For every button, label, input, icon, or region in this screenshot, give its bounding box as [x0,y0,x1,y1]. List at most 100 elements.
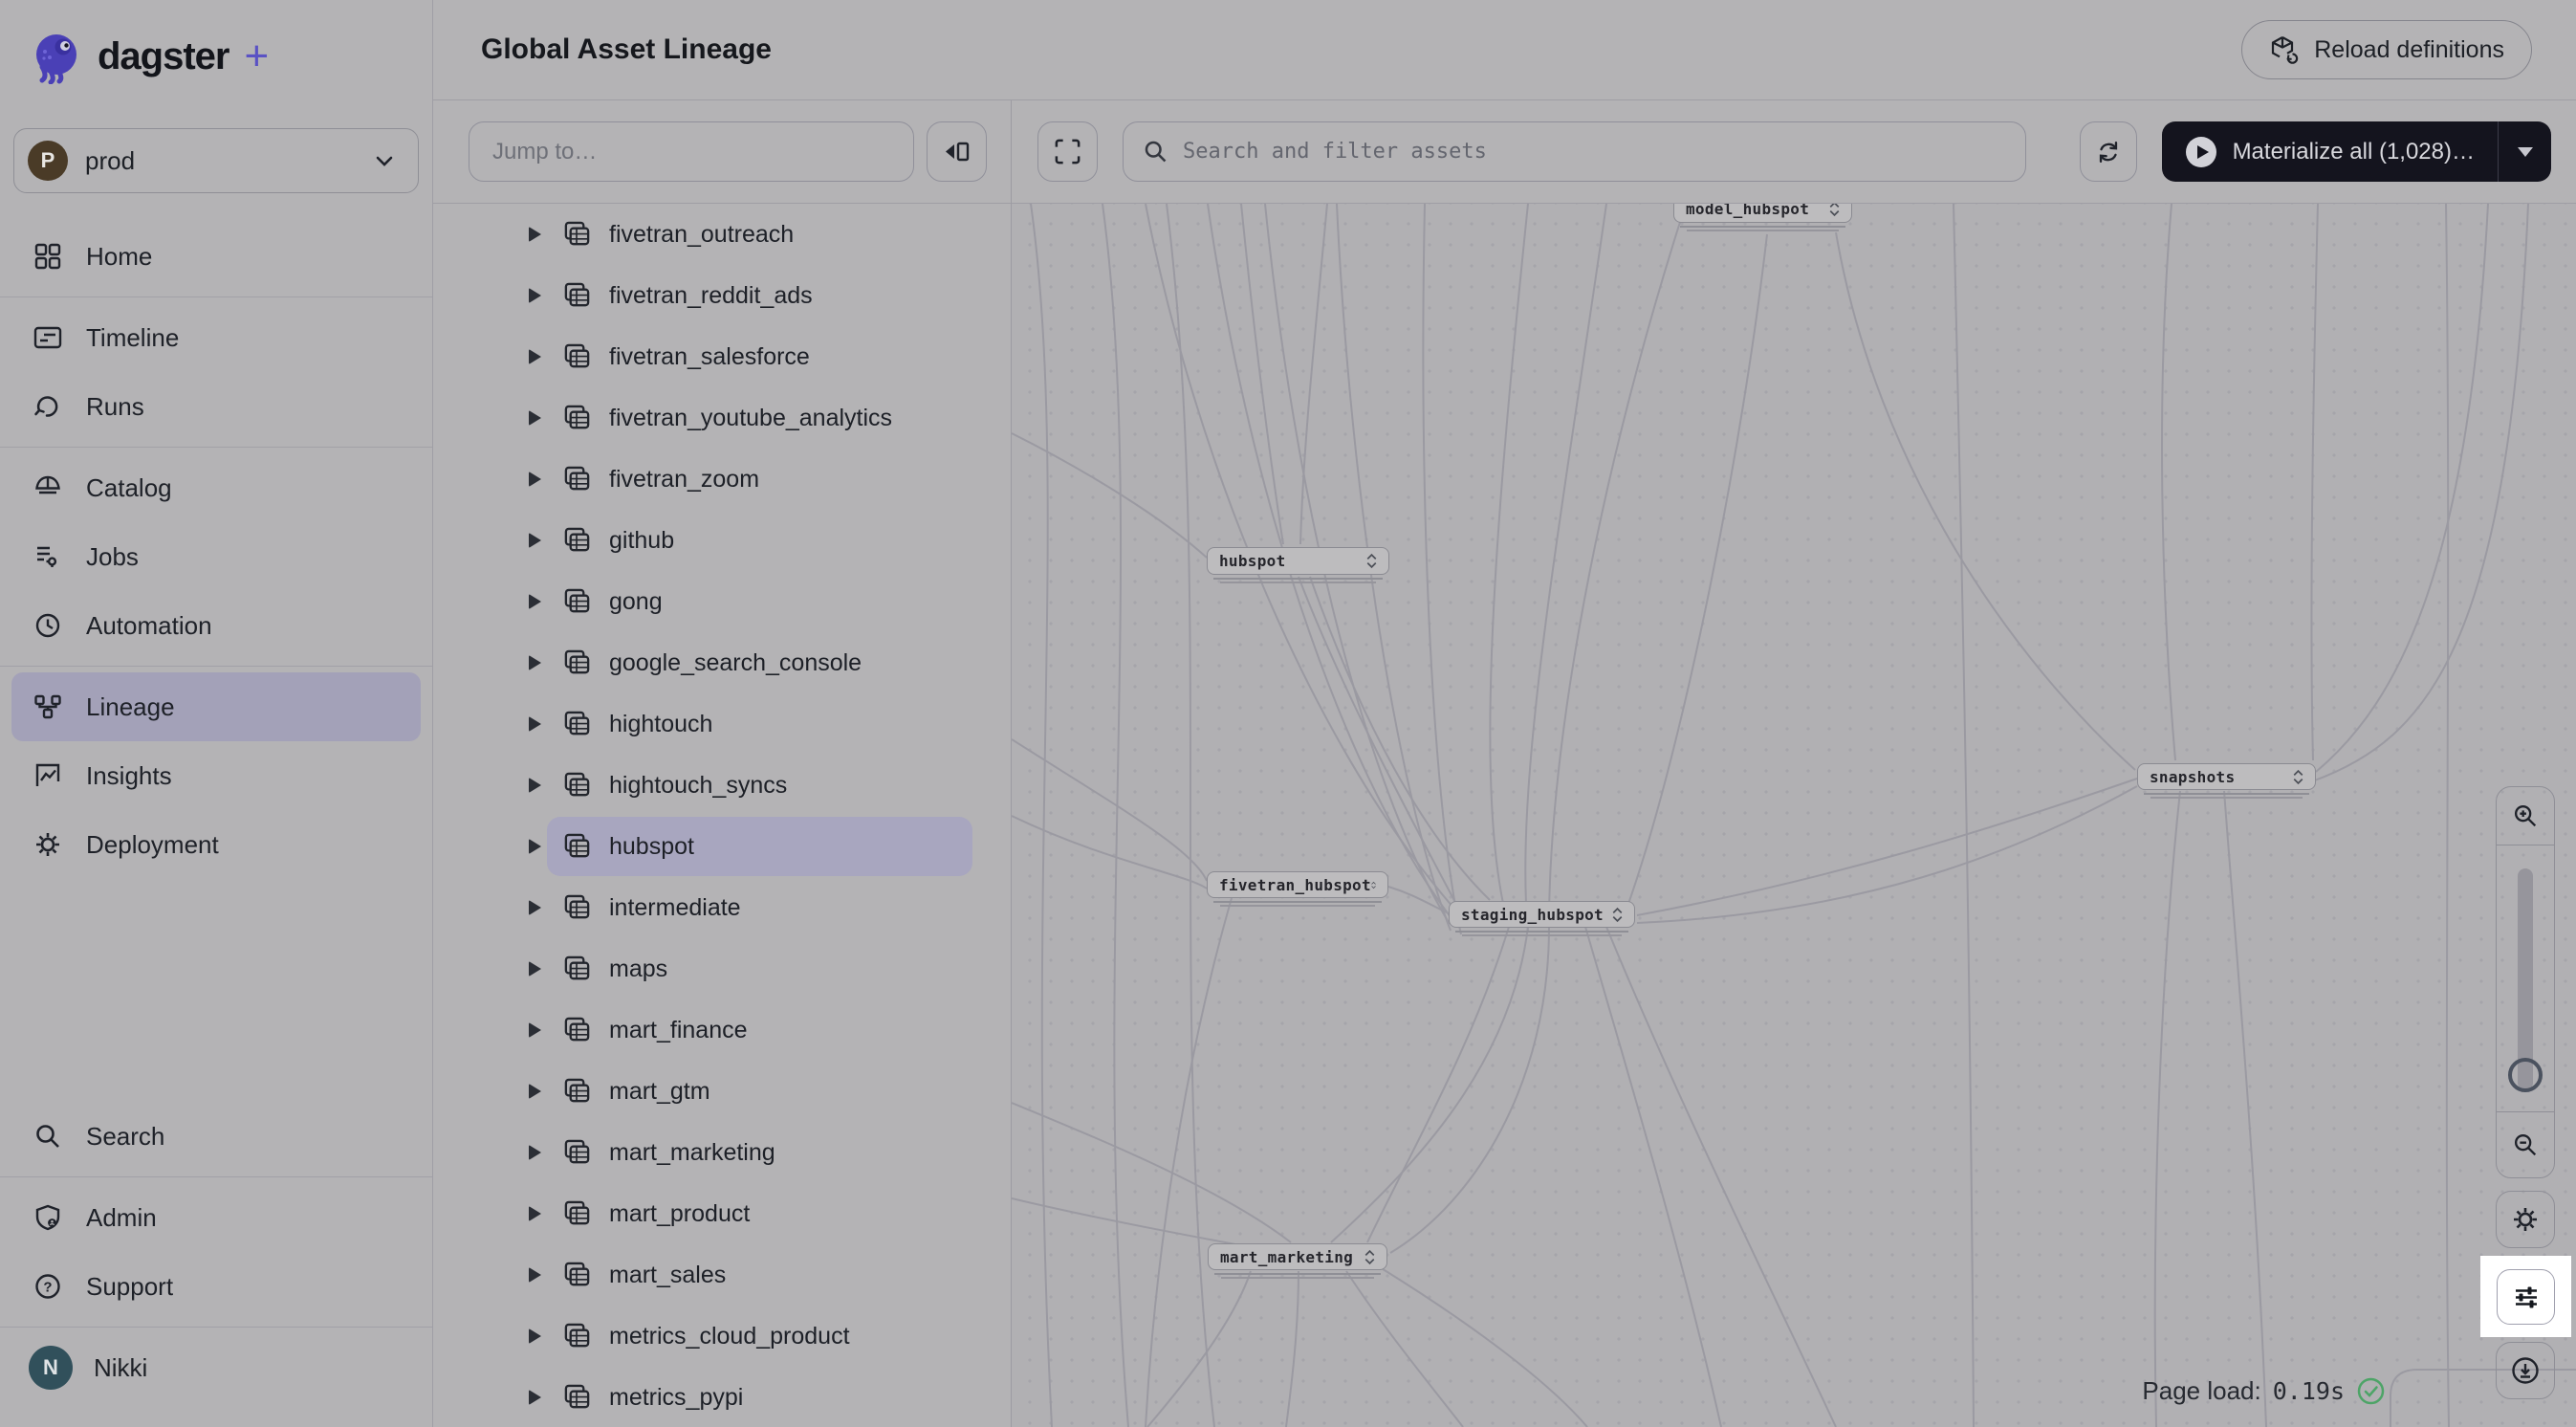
lineage-canvas[interactable]: model_hubspothubspot snapshots fivetran_hu… [1012,204,2576,1427]
expand-caret-icon[interactable] [529,288,541,303]
asset-group-row-mart_sales[interactable]: mart_sales [433,1244,1011,1306]
asset-group-row-hubspot[interactable]: hubspot [433,816,1011,877]
zoom-out-button[interactable] [2497,1111,2554,1177]
expand-caret-icon[interactable] [529,594,541,609]
sidebar-item-lineage[interactable]: Lineage [11,672,421,741]
expand-caret-icon[interactable] [529,1390,541,1405]
asset-group-row-fivetran_outreach[interactable]: fivetran_outreach [433,204,1011,265]
sidebar-item-admin[interactable]: Admin [11,1183,421,1252]
collapse-panel-icon [942,137,971,166]
graph-controls-rail [2496,786,2555,1399]
user-menu[interactable]: N Nikki [11,1333,421,1402]
asset-group-row-google_search_console[interactable]: google_search_console [433,632,1011,693]
asset-group-icon [562,1138,592,1168]
expand-caret-icon[interactable] [529,349,541,364]
expand-caret-icon[interactable] [529,472,541,487]
asset-group-icon [562,342,592,372]
zoom-slider-handle[interactable] [2508,1058,2543,1092]
graph-node-hubspot[interactable]: hubspot [1207,547,1389,575]
main-column: Global Asset Lineage Reload definitions … [433,0,2576,1427]
graph-filters-button[interactable] [2497,1269,2555,1325]
asset-group-row-metrics_cloud_product[interactable]: metrics_cloud_product [433,1306,1011,1367]
asset-group-row-mart_marketing[interactable]: mart_marketing [433,1122,1011,1183]
unfold-icon[interactable] [1829,204,1840,217]
asset-group-row-github[interactable]: github [433,510,1011,571]
graph-settings-button[interactable] [2496,1191,2555,1248]
expand-caret-icon[interactable] [529,1328,541,1344]
support-help-icon: ? [33,1271,63,1302]
expand-caret-icon[interactable] [529,533,541,548]
app-root: dagster + P prod Home Timeline Runs [0,0,2576,1427]
refresh-button[interactable] [2080,121,2137,182]
asset-group-row-fivetran_zoom[interactable]: fivetran_zoom [433,449,1011,510]
asset-group-row-intermediate[interactable]: intermediate [433,877,1011,938]
unfold-icon[interactable] [2293,769,2303,785]
sidebar-item-insights[interactable]: Insights [11,741,421,810]
expand-caret-icon[interactable] [529,410,541,426]
reload-definitions-label: Reload definitions [2314,36,2504,64]
asset-group-icon [562,1383,592,1413]
sidebar-item-label: Insights [86,761,172,791]
dagster-logo-icon [29,29,84,84]
sidebar-item-automation[interactable]: Automation [11,591,421,660]
expand-caret-icon[interactable] [529,1145,541,1160]
fullscreen-button[interactable] [1037,121,1098,182]
graph-node-staging_hubspot[interactable]: staging_hubspot [1449,901,1635,928]
reload-definitions-button[interactable]: Reload definitions [2241,20,2532,79]
expand-caret-icon[interactable] [529,716,541,732]
sidebar-item-jobs[interactable]: Jobs [11,522,421,591]
asset-search-input[interactable] [1123,121,2026,182]
expand-caret-icon[interactable] [529,227,541,242]
sidebar-item-timeline[interactable]: Timeline [11,303,421,372]
sidebar-item-support[interactable]: ? Support [11,1252,421,1321]
materialize-options-button[interactable] [2498,121,2551,182]
asset-group-row-metrics_pypi[interactable]: metrics_pypi [433,1367,1011,1427]
sidebar-item-label: Support [86,1272,173,1302]
asset-group-list: fivetran_outreachfivetran_reddit_adsfive… [433,204,1011,1427]
expand-caret-icon[interactable] [529,1084,541,1099]
zoom-slider[interactable] [2497,845,2554,1111]
asset-group-row-fivetran_salesforce[interactable]: fivetran_salesforce [433,326,1011,387]
unfold-icon[interactable] [1371,877,1376,893]
asset-group-icon [562,404,592,433]
asset-group-row-mart_gtm[interactable]: mart_gtm [433,1061,1011,1122]
jump-to-input[interactable] [469,121,914,182]
expand-caret-icon[interactable] [529,839,541,854]
workspace-avatar: P [28,141,68,181]
zoom-in-button[interactable] [2497,787,2554,845]
expand-caret-icon[interactable] [529,1267,541,1283]
asset-group-row-fivetran_youtube_analytics[interactable]: fivetran_youtube_analytics [433,387,1011,449]
expand-caret-icon[interactable] [529,961,541,977]
graph-node-mart_marketing[interactable]: mart_marketing [1208,1243,1387,1270]
asset-group-row-maps[interactable]: maps [433,938,1011,999]
asset-group-row-gong[interactable]: gong [433,571,1011,632]
materialize-all-label: Materialize all (1,028)… [2233,139,2475,165]
sidebar-item-catalog[interactable]: Catalog [11,453,421,522]
expand-caret-icon[interactable] [529,900,541,915]
asset-group-row-hightouch[interactable]: hightouch [433,693,1011,755]
asset-group-row-fivetran_reddit_ads[interactable]: fivetran_reddit_ads [433,265,1011,326]
download-graph-button[interactable] [2496,1342,2555,1399]
expand-caret-icon[interactable] [529,655,541,670]
zoom-control [2496,786,2555,1178]
unfold-icon[interactable] [1364,1249,1375,1265]
materialize-all-button[interactable]: Materialize all (1,028)… [2162,121,2498,182]
graph-node-fivetran_hubspot[interactable]: fivetran_hubspot [1207,871,1388,898]
asset-group-row-mart_finance[interactable]: mart_finance [433,999,1011,1061]
graph-node-snapshots[interactable]: snapshots [2137,763,2316,790]
expand-caret-icon[interactable] [529,1022,541,1038]
unfold-icon[interactable] [1366,553,1377,569]
asset-group-row-mart_product[interactable]: mart_product [433,1183,1011,1244]
sidebar-item-search[interactable]: Search [11,1102,421,1171]
sidebar-item-home[interactable]: Home [11,222,421,291]
expand-caret-icon[interactable] [529,1206,541,1221]
expand-caret-icon[interactable] [529,778,541,793]
graph-node-model_hubspot[interactable]: model_hubspot [1673,204,1852,223]
asset-group-row-hightouch_syncs[interactable]: hightouch_syncs [433,755,1011,816]
sidebar-item-label: Lineage [86,692,175,722]
sidebar-item-deployment[interactable]: Deployment [11,810,421,879]
collapse-panel-button[interactable] [927,121,987,182]
sidebar-item-runs[interactable]: Runs [11,372,421,441]
unfold-icon[interactable] [1612,907,1623,923]
workspace-selector[interactable]: P prod [13,128,419,193]
